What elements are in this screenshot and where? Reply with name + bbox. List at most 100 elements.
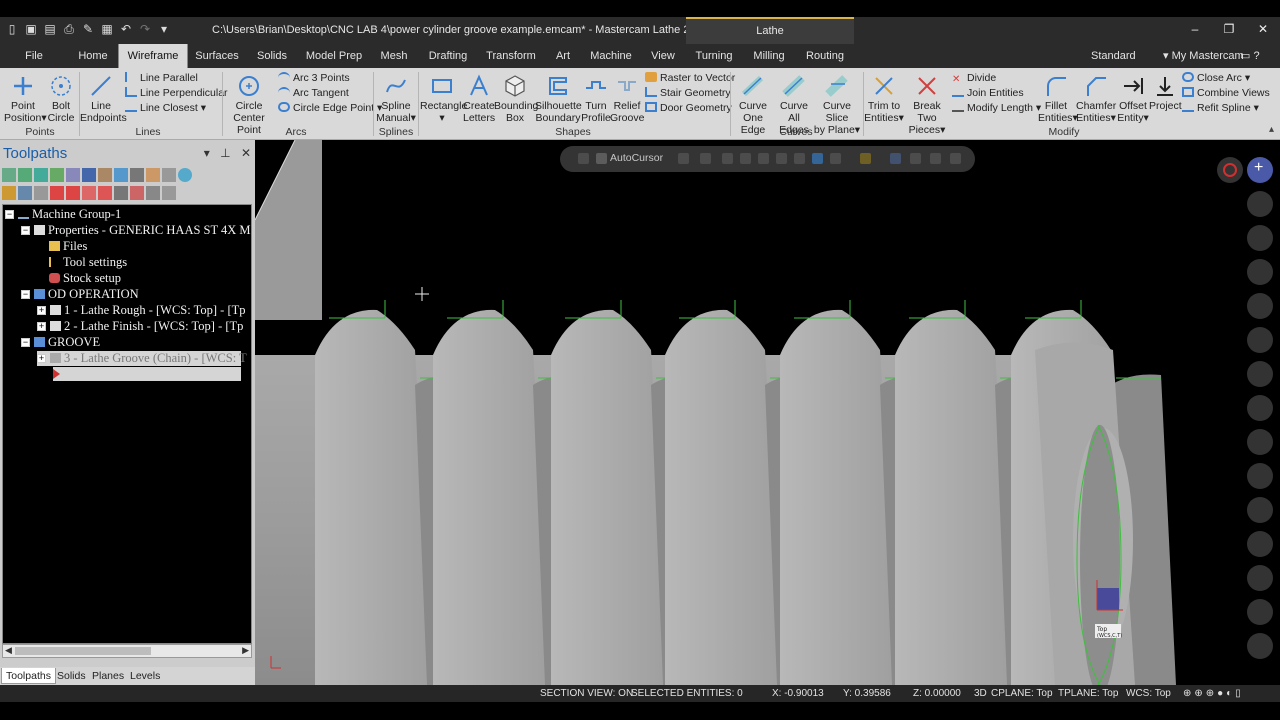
customize-qat-icon[interactable]: ▾ [156, 21, 172, 37]
grid-icon[interactable] [860, 153, 871, 164]
expand-icon[interactable] [98, 186, 112, 200]
turn-profile-button[interactable]: Turn Profile [581, 74, 611, 124]
z-coordinate[interactable]: Z: 0.00000 [913, 688, 961, 699]
display-mode-icons[interactable]: ⊕⊕⊕●◐▯ [1183, 688, 1244, 699]
raster-to-vector-button[interactable]: Raster to Vector [645, 71, 735, 85]
curve-one-edge-button[interactable]: Curve One Edge [731, 74, 775, 136]
select-faces-icon[interactable] [910, 153, 921, 164]
create-letters-button[interactable]: Create Letters [463, 74, 495, 124]
scrollbar-thumb[interactable] [15, 647, 151, 655]
expand-icon[interactable]: + [37, 322, 46, 331]
select-chain-icon[interactable] [722, 153, 733, 164]
tab-view[interactable]: View [646, 44, 680, 68]
close-button[interactable]: ✕ [1246, 17, 1280, 44]
line-closest-button[interactable]: Line Closest ▾ [125, 101, 206, 115]
section-view-status[interactable]: SECTION VIEW: ON [540, 688, 633, 699]
collapse-icon[interactable]: − [21, 226, 30, 235]
divide-button[interactable]: ✕ Divide [952, 71, 996, 85]
post-icon[interactable] [130, 168, 144, 182]
select-polygon-icon[interactable] [758, 153, 769, 164]
tree-node-op-2[interactable]: +2 - Lathe Finish - [WCS: Top] - [Tp [37, 319, 243, 334]
view-tool-6-icon[interactable] [1247, 361, 1273, 387]
tab-wireframe[interactable]: Wireframe [118, 44, 188, 68]
tab-solids[interactable]: Solids [252, 44, 292, 68]
tab-drafting[interactable]: Drafting [424, 44, 472, 68]
view-tool-14-icon[interactable] [1247, 633, 1273, 659]
move-down-icon[interactable] [50, 186, 64, 200]
add-plus-icon[interactable]: + [1247, 157, 1273, 183]
options-icon[interactable] [162, 186, 176, 200]
select-last-icon[interactable] [830, 153, 841, 164]
arc-3-points-button[interactable]: Arc 3 Points [278, 71, 350, 85]
autocursor-label[interactable]: AutoCursor [610, 152, 663, 164]
tab-milling[interactable]: Milling [750, 44, 788, 68]
display-selected-icon[interactable] [130, 186, 144, 200]
view-tool-12-icon[interactable] [1247, 565, 1273, 591]
view-tool-10-icon[interactable] [1247, 497, 1273, 523]
project-button[interactable]: Project [1149, 74, 1182, 112]
my-mastercam-menu[interactable]: ▾ My Mastercam [1163, 44, 1244, 68]
tab-routing[interactable]: Routing [804, 44, 846, 68]
lock-toolpath-icon[interactable] [2, 186, 16, 200]
mode-3d[interactable]: 3D [974, 688, 987, 699]
offset-entity-button[interactable]: Offset Entity▾ [1116, 74, 1150, 124]
help-icon[interactable] [178, 168, 192, 182]
ribbon-toggle-icon[interactable] [578, 153, 589, 164]
y-coordinate[interactable]: Y: 0.39586 [843, 688, 891, 699]
restore-button[interactable]: ❐ [1212, 17, 1246, 44]
fillet-entities-button[interactable]: Fillet Entities▾ [1038, 74, 1078, 124]
line-parallel-button[interactable]: Line Parallel [125, 71, 198, 85]
select-single-icon[interactable] [776, 153, 787, 164]
tab-art[interactable]: Art [550, 44, 576, 68]
select-vector-icon[interactable] [812, 153, 823, 164]
tab-solids-manager[interactable]: Solids [53, 668, 90, 684]
x-coordinate[interactable]: X: -0.90013 [772, 688, 824, 699]
tab-levels[interactable]: Levels [126, 668, 164, 684]
tab-home[interactable]: Home [72, 44, 114, 68]
silhouette-boundary-button[interactable]: Silhouette Boundary [535, 74, 582, 124]
redo-icon[interactable]: ↷ [137, 21, 153, 37]
tree-node-files[interactable]: Files [49, 239, 87, 254]
modify-length-button[interactable]: Modify Length ▾ [952, 101, 1041, 115]
tab-mesh[interactable]: Mesh [376, 44, 412, 68]
verify-icon[interactable] [82, 168, 96, 182]
line-endpoints-button[interactable]: Line Endpoints [80, 74, 127, 124]
combine-views-button[interactable]: Combine Views [1182, 86, 1270, 100]
g1-icon[interactable] [114, 168, 128, 182]
tree-node-op-1[interactable]: +1 - Lathe Rough - [WCS: Top] - [Tp [37, 303, 246, 318]
refit-spline-button[interactable]: Refit Spline ▾ [1182, 101, 1259, 115]
tab-turning[interactable]: Turning [694, 44, 734, 68]
cursor-icon[interactable] [114, 186, 128, 200]
close-arc-button[interactable]: Close Arc ▾ [1182, 71, 1250, 85]
move-up-icon[interactable] [66, 186, 80, 200]
help-icons[interactable]: ▭ ? [1240, 44, 1260, 68]
select-failed-icon[interactable] [18, 168, 32, 182]
backplot-icon[interactable] [66, 168, 80, 182]
solid-select-icon[interactable] [890, 153, 901, 164]
select-area-icon[interactable] [794, 153, 805, 164]
wcs-status[interactable]: WCS: Top [1126, 688, 1171, 699]
stair-geometry-button[interactable]: Stair Geometry [645, 86, 731, 100]
tree-horizontal-scrollbar[interactable]: ◀ ▶ [2, 644, 252, 658]
edit-icon[interactable]: ✎ [80, 21, 96, 37]
view-tool-9-icon[interactable] [1247, 463, 1273, 489]
graphics-viewport[interactable]: Top (WCS,C,T) AutoCursor + [255, 140, 1280, 685]
view-tool-2-icon[interactable] [1247, 225, 1273, 251]
collapse-icon[interactable]: − [21, 290, 30, 299]
tplane-status[interactable]: TPLANE: Top [1058, 688, 1118, 699]
context-tab-lathe[interactable]: Lathe [686, 17, 854, 44]
snap-icon[interactable] [678, 153, 689, 164]
undo-icon[interactable]: ↶ [118, 21, 134, 37]
view-tool-8-icon[interactable] [1247, 429, 1273, 455]
view-tool-4-icon[interactable] [1247, 293, 1273, 319]
clear-selection-icon[interactable] [1217, 157, 1243, 183]
collapse-icon[interactable]: − [21, 338, 30, 347]
view-tool-13-icon[interactable] [1247, 599, 1273, 625]
view-tool-5-icon[interactable] [1247, 327, 1273, 353]
arc-tangent-button[interactable]: Arc Tangent [278, 86, 349, 100]
toggle-post-icon[interactable] [34, 186, 48, 200]
spline-manual-button[interactable]: Spline Manual▾ [374, 74, 418, 124]
tool-display-icon[interactable] [146, 186, 160, 200]
relief-groove-button[interactable]: Relief Groove [610, 74, 644, 124]
simulate-icon[interactable] [98, 168, 112, 182]
